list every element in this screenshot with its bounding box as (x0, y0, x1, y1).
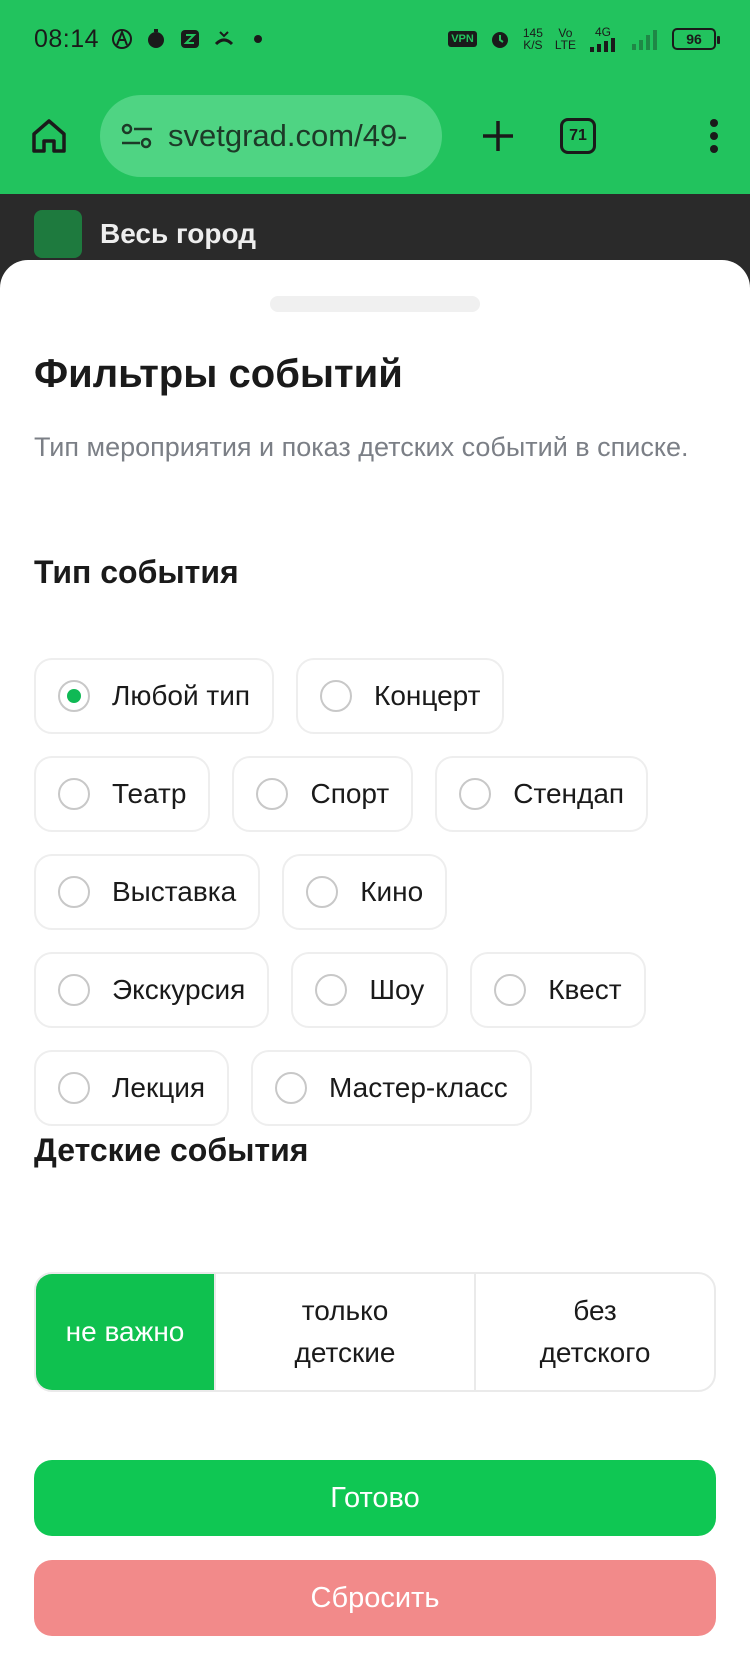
kids-events-segmented-control: не важно только детские без детского (34, 1272, 716, 1392)
address-bar[interactable]: svetgrad.com/49- (100, 95, 442, 177)
radio-icon (58, 778, 90, 810)
chip-cinema[interactable]: Кино (282, 854, 448, 930)
radio-icon (459, 778, 492, 810)
chip-standup[interactable]: Стендап (435, 756, 649, 832)
signal-strength-icon (590, 38, 615, 52)
chip-label: Любой тип (112, 680, 251, 711)
chip-row: Выставка Кино (34, 854, 724, 930)
sheet-subtitle: Тип мероприятия и показ детских событий … (34, 432, 689, 462)
radio-icon (58, 974, 90, 1006)
chip-label: Стендап (513, 778, 625, 809)
chip-concert[interactable]: Концерт (296, 658, 505, 734)
status-left: 08:14 (34, 25, 269, 54)
chip-exhibition[interactable]: Выставка (34, 854, 261, 930)
chip-label: Выставка (112, 876, 237, 907)
chip-label: Спорт (310, 778, 390, 809)
radio-icon (315, 974, 348, 1006)
chip-quest[interactable]: Квест (470, 952, 646, 1028)
chip-excursion[interactable]: Экскурсия (34, 952, 270, 1028)
volte-bottom: LTE (554, 38, 576, 52)
chip-row: Экскурсия Шоу Квест (34, 952, 724, 1028)
radio-checked-icon (58, 680, 90, 712)
home-button[interactable] (30, 117, 68, 155)
chip-row: Театр Спорт Стендап (34, 756, 724, 832)
network-speed-unit: K/S (523, 38, 543, 52)
reset-button[interactable]: Сбросить (34, 1560, 716, 1636)
event-type-options: Любой тип Концерт Театр Спорт Стендап Вы… (34, 658, 724, 1148)
site-logo (34, 210, 82, 258)
site-name: Весь город (100, 218, 256, 249)
network-type-label: 4G (594, 25, 611, 39)
tab-count: 71 (569, 127, 587, 144)
radio-icon (256, 778, 289, 810)
vpn-badge: VPN (448, 31, 477, 47)
app-notification-icon (181, 30, 200, 48)
more-notifications-dot-icon (254, 35, 263, 43)
radio-icon (494, 974, 527, 1006)
event-type-title: Тип события (34, 554, 239, 590)
chip-theatre[interactable]: Театр (34, 756, 211, 832)
site-settings-icon[interactable] (120, 121, 154, 151)
plus-icon (483, 121, 513, 151)
radio-icon (58, 876, 90, 908)
chip-show[interactable]: Шоу (291, 952, 449, 1028)
chip-lecture[interactable]: Лекция (34, 1050, 230, 1126)
kids-option-only-kids[interactable]: только детские (216, 1274, 476, 1390)
chip-label: Шоу (369, 974, 425, 1005)
chip-sport[interactable]: Спорт (232, 756, 414, 832)
more-vertical-icon (710, 119, 718, 153)
kids-events-title: Детские события (34, 1132, 309, 1168)
home-icon (32, 119, 66, 153)
sheet-drag-handle[interactable] (270, 296, 480, 312)
radio-icon (275, 1072, 308, 1104)
new-tab-button[interactable] (480, 118, 516, 154)
stopwatch-notification-icon (148, 29, 165, 48)
status-bar: 08:14 VPN 145 K/S Vo LTE 4G 96 (0, 0, 750, 78)
missed-call-icon (215, 31, 234, 46)
browser-menu-button[interactable] (708, 118, 720, 154)
chip-label: Лекция (112, 1072, 206, 1103)
chip-row: Любой тип Концерт (34, 658, 724, 734)
radio-icon (320, 680, 353, 712)
alarm-icon (491, 32, 508, 48)
signal-strength-2-icon (632, 30, 657, 50)
radio-icon (306, 876, 339, 908)
status-time: 08:14 (34, 24, 100, 53)
network-speed: 145 K/S (523, 27, 543, 51)
sheet-title: Фильтры событий (34, 352, 403, 396)
chip-label: Театр (112, 778, 187, 809)
kids-option-any[interactable]: не важно (36, 1274, 216, 1390)
chip-label: Мастер-класс (329, 1072, 508, 1103)
url-text: svetgrad.com/49- (168, 118, 408, 153)
anarchy-notification-icon (112, 29, 133, 49)
chip-label: Концерт (374, 680, 481, 711)
network-type: 4G (588, 26, 618, 52)
tabs-button[interactable]: 71 (560, 118, 596, 154)
status-right: VPN 145 K/S Vo LTE 4G 96 (448, 26, 720, 52)
done-button[interactable]: Готово (34, 1460, 716, 1536)
filters-bottom-sheet: Фильтры событий Тип мероприятия и показ … (0, 260, 750, 1667)
chip-any-type[interactable]: Любой тип (34, 658, 275, 734)
chip-masterclass[interactable]: Мастер-класс (251, 1050, 532, 1126)
radio-icon (58, 1072, 90, 1104)
chip-label: Квест (548, 974, 622, 1005)
kids-option-no-kids[interactable]: без детского (476, 1274, 714, 1390)
chip-label: Экскурсия (112, 974, 246, 1005)
chip-label: Кино (360, 876, 424, 907)
chip-row: Лекция Мастер-класс (34, 1050, 724, 1126)
battery-indicator: 96 (672, 28, 720, 50)
browser-toolbar: svetgrad.com/49- 71 (0, 78, 750, 194)
volte-indicator: Vo LTE (555, 27, 576, 51)
